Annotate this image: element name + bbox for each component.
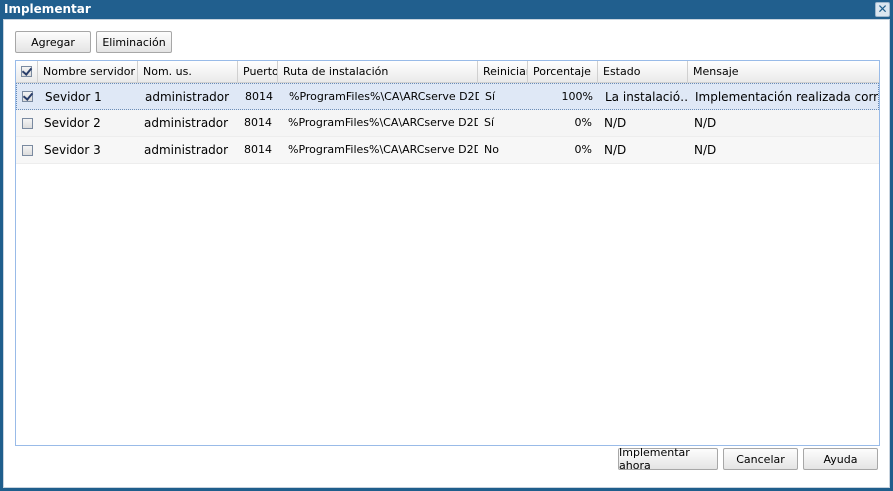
path-cell: %ProgramFiles%\CA\ARCserve D2D [288, 143, 478, 156]
status-cell: La instalació… [605, 90, 689, 104]
row-checkbox[interactable] [22, 118, 33, 129]
deploy-dialog: Implementar ✕ Agregar Eliminación Nombre… [0, 0, 893, 491]
port-cell: 8014 [245, 90, 273, 103]
column-header-port[interactable]: Puerto [238, 61, 278, 82]
restart-cell: No [484, 143, 499, 156]
add-button[interactable]: Agregar [15, 31, 91, 53]
select-all-column [16, 61, 38, 82]
remove-button[interactable]: Eliminación [96, 31, 172, 53]
column-header-path[interactable]: Ruta de instalación [278, 61, 478, 82]
message-cell: N/D [694, 116, 717, 130]
server-name-cell: Sevidor 1 [45, 90, 102, 104]
table-row[interactable]: Sevidor 2 administrador 8014 %ProgramFil… [16, 110, 879, 137]
servers-grid: Nombre servidor Nom. us. Puerto Ruta de … [15, 60, 880, 446]
table-row[interactable]: Sevidor 3 administrador 8014 %ProgramFil… [16, 137, 879, 164]
grid-header: Nombre servidor Nom. us. Puerto Ruta de … [16, 61, 879, 83]
percent-cell: 0% [574, 116, 592, 129]
status-cell: N/D [604, 116, 627, 130]
dialog-title: Implementar [4, 2, 91, 16]
help-button[interactable]: Ayuda [803, 448, 878, 470]
deploy-now-button[interactable]: Implementar ahora [618, 446, 718, 472]
message-cell: Implementación realizada corre… [695, 90, 878, 104]
user-cell: administrador [144, 143, 229, 157]
row-checkbox[interactable] [22, 91, 33, 102]
column-header-status[interactable]: Estado [598, 61, 688, 82]
server-name-cell: Sevidor 2 [44, 116, 101, 130]
cancel-button[interactable]: Cancelar [723, 448, 798, 470]
restart-cell: Sí [485, 90, 496, 103]
message-cell: N/D [694, 143, 717, 157]
server-name-cell: Sevidor 3 [44, 143, 101, 157]
close-icon[interactable]: ✕ [875, 2, 890, 17]
title-bar[interactable]: Implementar ✕ [0, 0, 893, 19]
column-header-restart[interactable]: Reiniciar [478, 61, 528, 82]
path-cell: %ProgramFiles%\CA\ARCserve D2D [288, 116, 478, 129]
status-cell: N/D [604, 143, 627, 157]
column-header-server[interactable]: Nombre servidor [38, 61, 138, 82]
select-all-checkbox[interactable] [21, 66, 32, 77]
column-header-user[interactable]: Nom. us. [138, 61, 238, 82]
user-cell: administrador [145, 90, 230, 104]
column-header-percent[interactable]: Porcentaje [528, 61, 598, 82]
dialog-body: Agregar Eliminación Nombre servidor Nom.… [3, 19, 890, 488]
percent-cell: 0% [574, 143, 592, 156]
port-cell: 8014 [244, 143, 272, 156]
column-header-message[interactable]: Mensaje [688, 61, 879, 82]
row-checkbox[interactable] [22, 145, 33, 156]
table-row[interactable]: Sevidor 1 administrador 8014 %ProgramFil… [16, 83, 879, 110]
port-cell: 8014 [244, 116, 272, 129]
user-cell: administrador [144, 116, 229, 130]
path-cell: %ProgramFiles%\CA\ARCserve D2D [289, 90, 479, 103]
restart-cell: Sí [484, 116, 495, 129]
percent-cell: 100% [561, 90, 593, 103]
